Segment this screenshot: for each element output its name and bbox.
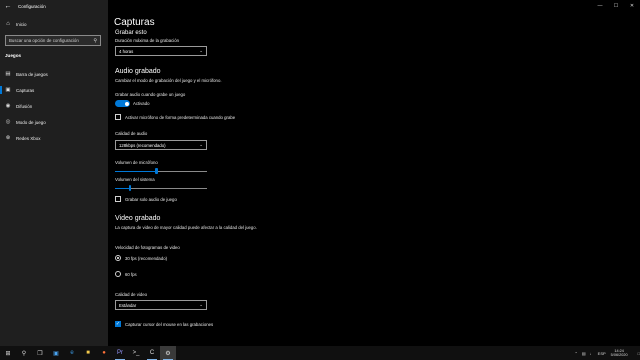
nav-home-label: Inicio [16, 21, 27, 27]
app-title: Configuración [18, 3, 46, 9]
settings-sidebar: ← Configuración ⌂ Inicio ⚲ Juegos ▤ Barr… [0, 0, 108, 346]
minimize-button[interactable]: — [592, 0, 608, 12]
video-quality-dropdown[interactable]: Estándar ⌄ [115, 300, 207, 310]
dropdown-value: Estándar [119, 302, 137, 308]
broadcast-icon: ◉ [5, 103, 11, 109]
sidebar-item-broadcast[interactable]: ◉ Difusión [0, 98, 108, 114]
network-icon[interactable]: ▤ [582, 351, 586, 356]
sidebar-item-label: Modo de juego [16, 119, 46, 125]
slider-fill [115, 187, 130, 189]
close-button[interactable]: ✕ [624, 0, 640, 12]
settings-search-box[interactable]: ⚲ [5, 35, 101, 46]
slider-thumb[interactable] [128, 185, 132, 191]
chevron-down-icon: ⌄ [199, 302, 203, 307]
sidebar-item-label: Capturas [16, 87, 35, 93]
max-duration-label: Duración máxima de la grabación [115, 38, 180, 43]
sidebar-nav: ▤ Barra de juegos ▣ Capturas ◉ Difusión … [0, 66, 108, 146]
mic-default-checkbox[interactable] [115, 114, 121, 120]
home-icon: ⌂ [6, 21, 10, 27]
sidebar-item-captures[interactable]: ▣ Capturas [0, 82, 108, 98]
dropdown-value: 128kbps (recomendado) [119, 142, 166, 148]
nav-home[interactable]: ⌂ Inicio [4, 19, 27, 29]
chevron-down-icon: ⌄ [199, 142, 203, 147]
system-tray: ⌃ ▤ ♩ ESP 14:24 5/06/2020 □ [571, 346, 640, 360]
sidebar-item-label: Redes Xbox [16, 135, 41, 141]
audio-quality-dropdown[interactable]: 128kbps (recomendado) ⌄ [115, 140, 207, 150]
system-volume-label: Volumen del sistema [115, 177, 155, 182]
mic-volume-label: Volumen de micrófono [115, 160, 158, 165]
volume-icon[interactable]: ♩ [590, 351, 594, 356]
toggle-knob [124, 101, 129, 106]
search-icon[interactable]: ⚲ [16, 346, 32, 360]
terminal-icon[interactable]: >_ [128, 346, 144, 360]
game-audio-only-label: Grabar solo audio de juego [125, 197, 177, 202]
video-heading: Video grabado [115, 215, 161, 222]
fps-label: Velocidad de fotogramas de video [115, 245, 180, 250]
firefox-icon[interactable]: ● [96, 346, 112, 360]
edge-icon[interactable]: e [64, 346, 80, 360]
sidebar-item-game-bar[interactable]: ▤ Barra de juegos [0, 66, 108, 82]
slider-fill [115, 170, 157, 172]
sidebar-item-label: Barra de juegos [16, 71, 48, 77]
page-title: Capturas [114, 17, 155, 28]
back-arrow-icon[interactable]: ← [2, 0, 14, 12]
settings-content: — ☐ ✕ Capturas Grabar esto Duración máxi… [108, 0, 640, 346]
capture-cursor-checkbox[interactable]: ✓ [115, 321, 121, 327]
photos-icon[interactable]: ▣ [48, 346, 64, 360]
task-view-icon[interactable]: ❐ [32, 346, 48, 360]
fps-30-label: 30 fps (recomendado) [125, 256, 168, 261]
file-explorer-icon[interactable]: ■ [80, 346, 96, 360]
window-controls: — ☐ ✕ [592, 0, 640, 12]
fps-60-radio[interactable] [115, 271, 121, 277]
clock-date: 5/06/2020 [610, 353, 628, 357]
audio-quality-label: Calidad de audio [115, 131, 148, 136]
game-mode-icon: ◎ [5, 119, 11, 125]
title-bar: ← Configuración [0, 0, 108, 12]
record-audio-state: Activado [133, 101, 150, 106]
record-audio-toggle[interactable] [115, 100, 130, 107]
fps-60-label: 60 fps [125, 272, 137, 277]
app-c-icon[interactable]: C [144, 346, 160, 360]
settings-icon[interactable]: ⚙ [160, 346, 176, 360]
sidebar-section-title: Juegos [5, 53, 22, 58]
chevron-up-icon[interactable]: ⌃ [575, 351, 578, 356]
video-description: La captura de video de mayor calidad pue… [115, 225, 257, 230]
record-this-heading: Grabar esto [115, 30, 147, 34]
slider-thumb[interactable] [155, 168, 158, 174]
game-bar-icon: ▤ [5, 71, 11, 77]
captures-icon: ▣ [5, 87, 11, 93]
chevron-down-icon: ⌄ [199, 48, 203, 53]
max-duration-dropdown[interactable]: 4 horas ⌄ [115, 46, 207, 56]
system-volume-slider[interactable] [115, 185, 207, 191]
sidebar-item-game-mode[interactable]: ◎ Modo de juego [0, 114, 108, 130]
mic-default-label: Activar micrófono de forma predeterminad… [125, 115, 236, 120]
windows-start-icon[interactable]: ⊞ [0, 346, 16, 360]
xbox-icon: ⊗ [5, 135, 11, 141]
sidebar-item-xbox[interactable]: ⊗ Redes Xbox [0, 130, 108, 146]
fps-30-radio[interactable] [115, 255, 121, 261]
sidebar-item-label: Difusión [16, 103, 33, 109]
taskbar-clock[interactable]: 14:24 5/06/2020 [611, 349, 628, 358]
maximize-button[interactable]: ☐ [608, 0, 624, 12]
dropdown-value: 4 horas [119, 48, 134, 54]
search-icon[interactable]: ⚲ [93, 38, 97, 44]
game-audio-only-checkbox[interactable] [115, 196, 121, 202]
language-indicator[interactable]: ESP [598, 351, 606, 356]
video-quality-label: Calidad de video [115, 292, 148, 297]
taskbar: ⊞ ⚲ ❐ ▣ e ■ ● Pr >_ C ⚙ ⌃ ▤ ♩ ESP 14:24 … [0, 346, 640, 360]
audio-heading: Audio grabado [115, 68, 161, 75]
capture-cursor-label: Capturar cursor del mouse en las grabaci… [125, 322, 214, 327]
mic-volume-slider[interactable] [115, 168, 207, 174]
record-audio-label: Grabar audio cuando grabe un juego [115, 92, 186, 97]
search-input[interactable] [9, 38, 94, 43]
premiere-icon[interactable]: Pr [112, 346, 128, 360]
audio-description: Cambiar el modo de grabación del juego y… [115, 78, 222, 83]
